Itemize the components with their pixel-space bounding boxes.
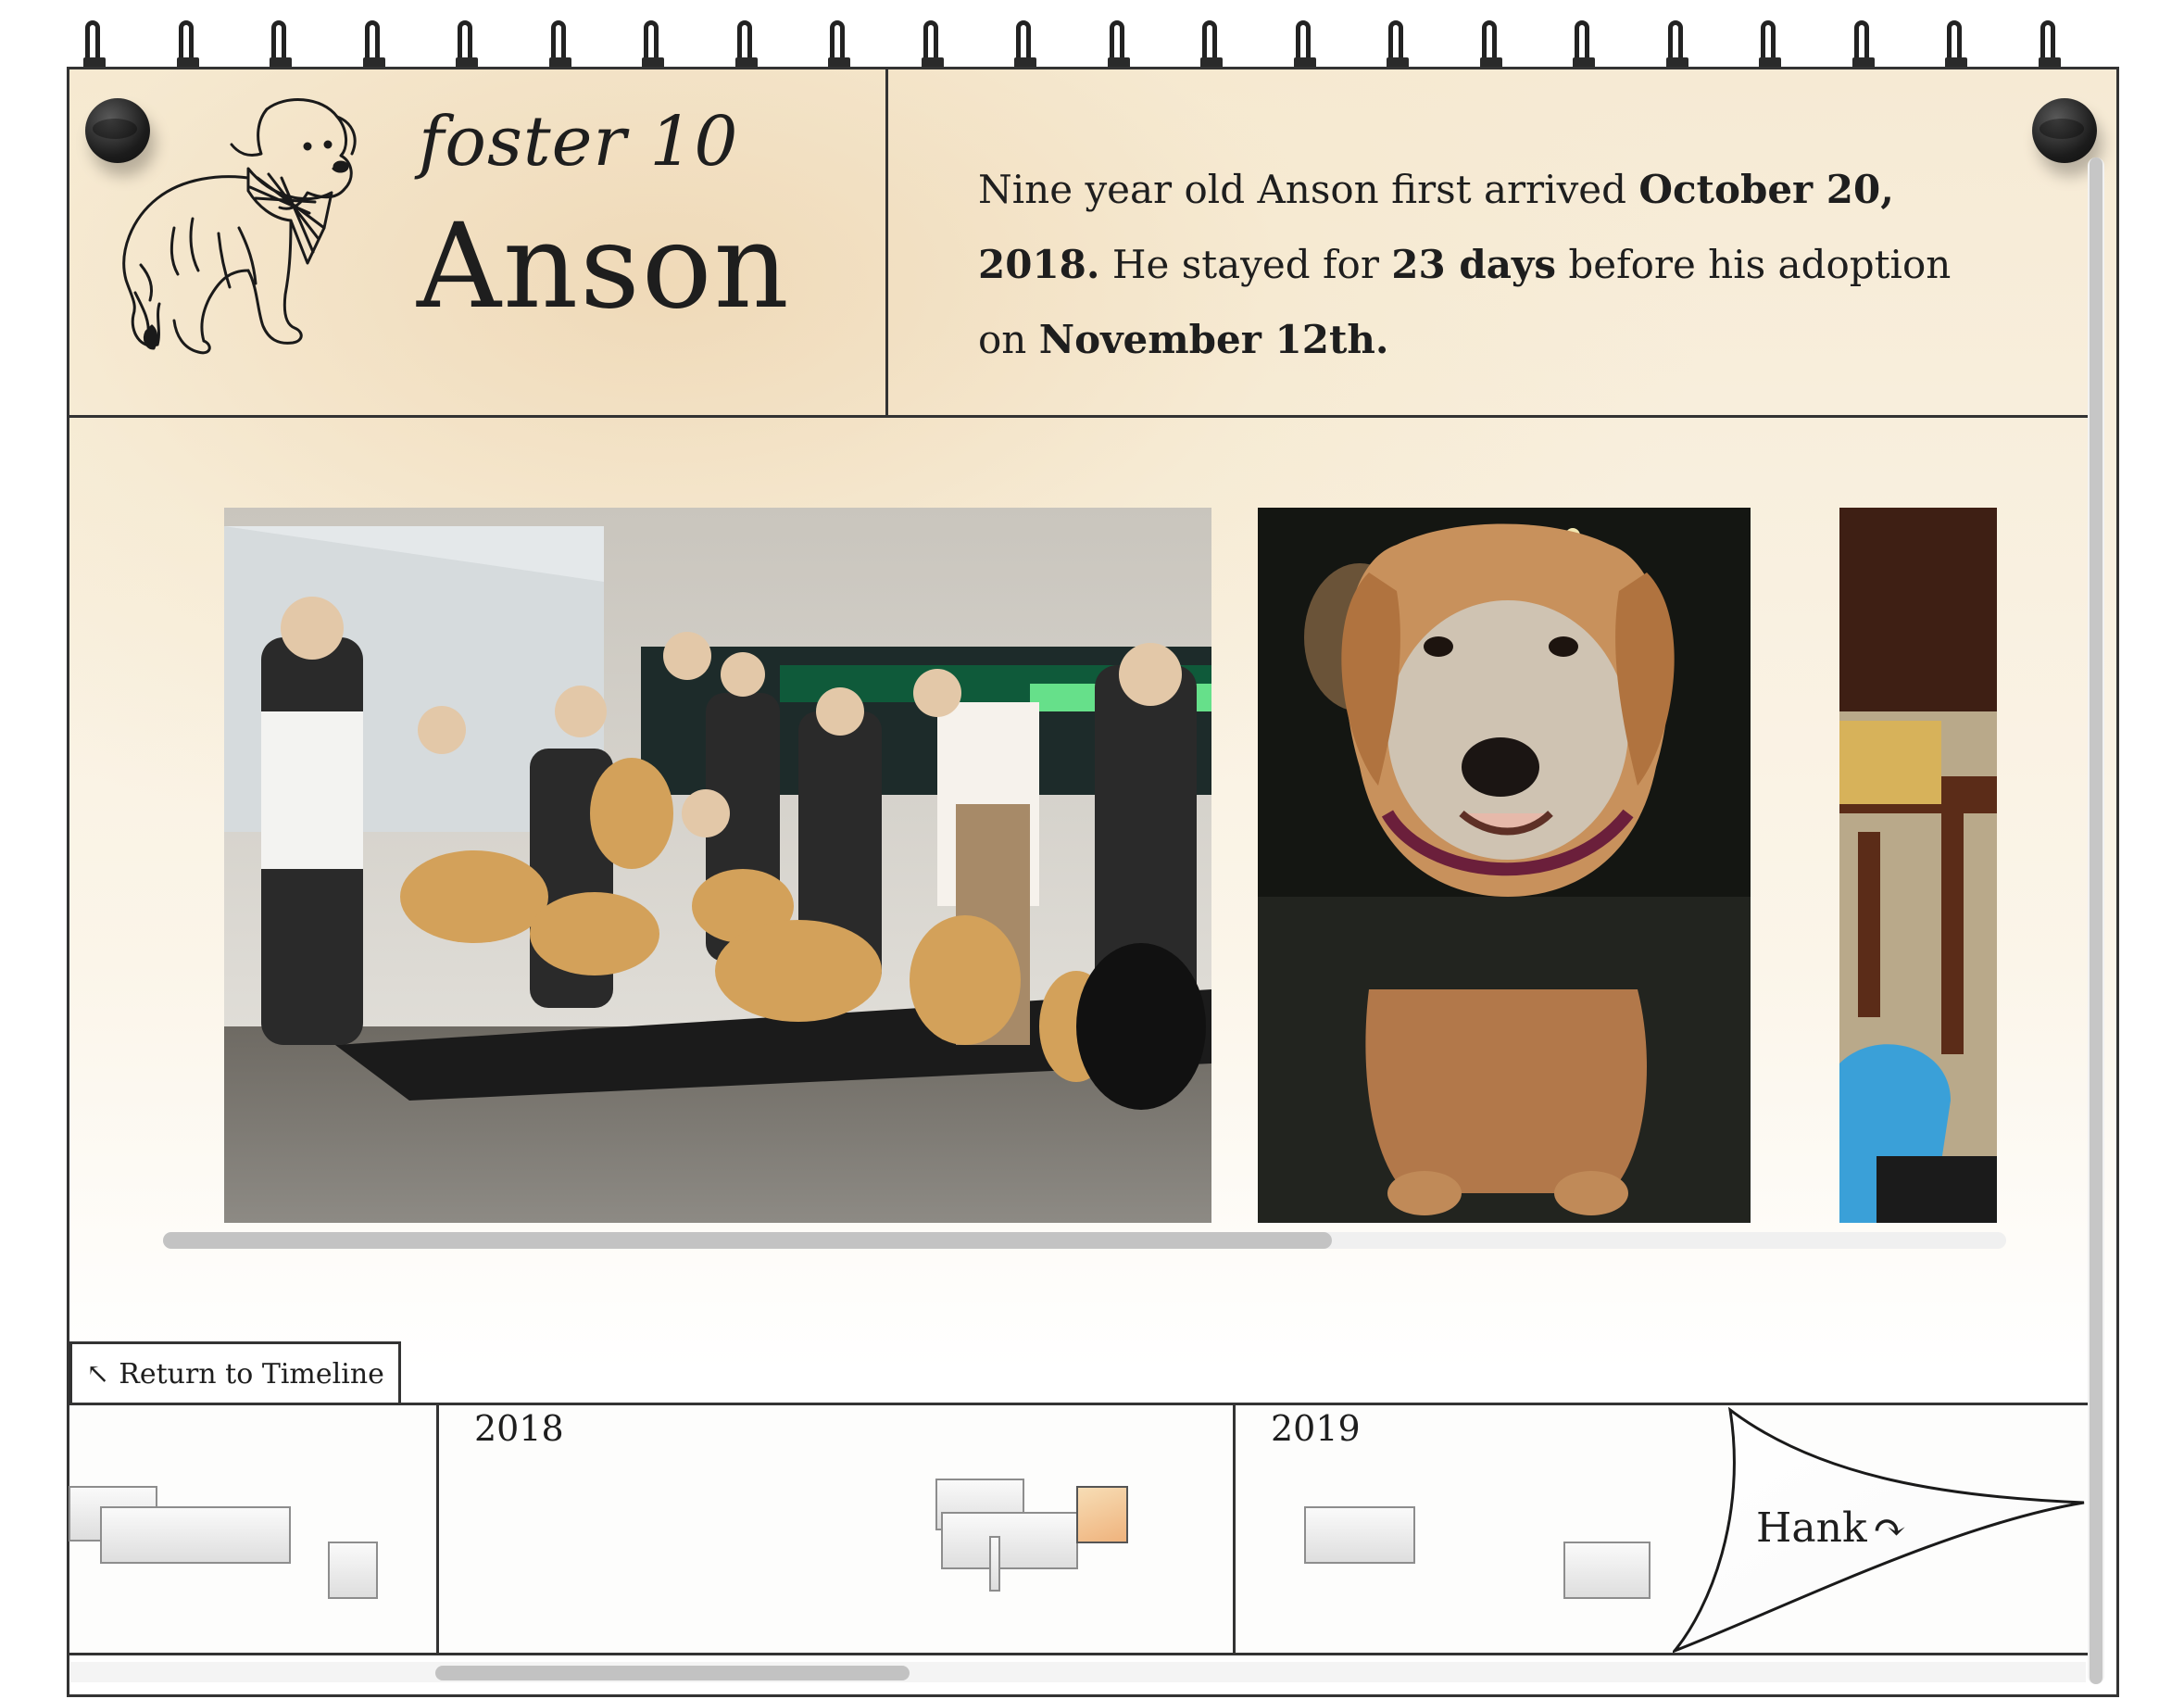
timeline-foster-block[interactable] <box>1304 1506 1415 1564</box>
story-text: Nine year old Anson first arrived Octobe… <box>978 152 2006 377</box>
return-to-timeline-link[interactable]: ↖ Return to Timeline <box>69 1341 401 1404</box>
stay-duration: 23 days <box>1391 242 1556 287</box>
gallery-photo-portrait[interactable] <box>1258 508 1751 1223</box>
gallery-photo-group[interactable] <box>224 508 1211 1223</box>
timeline-foster-block-current[interactable] <box>1076 1486 1128 1543</box>
page-title: Anson <box>417 198 791 334</box>
curved-arrow-icon: ↷ <box>1872 1504 1907 1552</box>
next-foster-link[interactable]: Hank ↷ <box>1756 1504 1906 1552</box>
arrow-up-left-icon: ↖ <box>86 1358 110 1391</box>
timeline-foster-block[interactable] <box>328 1542 378 1599</box>
timeline-year-2019: 2019 <box>1271 1408 1361 1449</box>
pushpin-right-icon <box>2032 98 2097 163</box>
next-foster-name: Hank <box>1756 1504 1867 1552</box>
header-divider-horizontal <box>69 415 2088 418</box>
story-text-part: Nine year old Anson first arrived <box>978 167 1639 212</box>
photo-gallery[interactable] <box>159 508 2001 1249</box>
timeline-year-2018: 2018 <box>474 1408 564 1449</box>
timeline-divider <box>1233 1404 1236 1655</box>
adoption-date: November 12th. <box>1038 317 1389 362</box>
gallery-scroll-thumb[interactable] <box>163 1232 1332 1249</box>
timeline-scroll-thumb[interactable] <box>435 1666 910 1680</box>
story-text-part: He stayed for <box>1099 242 1392 287</box>
timeline-scrollbar[interactable] <box>70 1662 2086 1682</box>
page-scroll-thumb[interactable] <box>2090 157 2102 1684</box>
group-photo-airport-icon <box>224 508 1211 1223</box>
timeline-foster-block[interactable] <box>941 1512 1078 1569</box>
timeline-divider <box>436 1404 439 1655</box>
room-photo-partial-icon <box>1839 508 1997 1223</box>
header-divider-vertical <box>885 69 888 417</box>
return-label: Return to Timeline <box>119 1358 384 1391</box>
golden-retriever-portrait-icon <box>1258 508 1751 1223</box>
calendar-stage: foster 10 Anson Nine year old Anson firs… <box>0 0 2184 1699</box>
timeline-foster-block[interactable] <box>100 1506 291 1564</box>
gallery-photo-partial[interactable] <box>1839 508 1997 1223</box>
foster-number: foster 10 <box>419 102 739 182</box>
timeline-foster-block[interactable] <box>989 1536 1000 1592</box>
timeline-foster-block[interactable] <box>1563 1542 1651 1599</box>
dog-sketch-icon <box>122 98 357 355</box>
